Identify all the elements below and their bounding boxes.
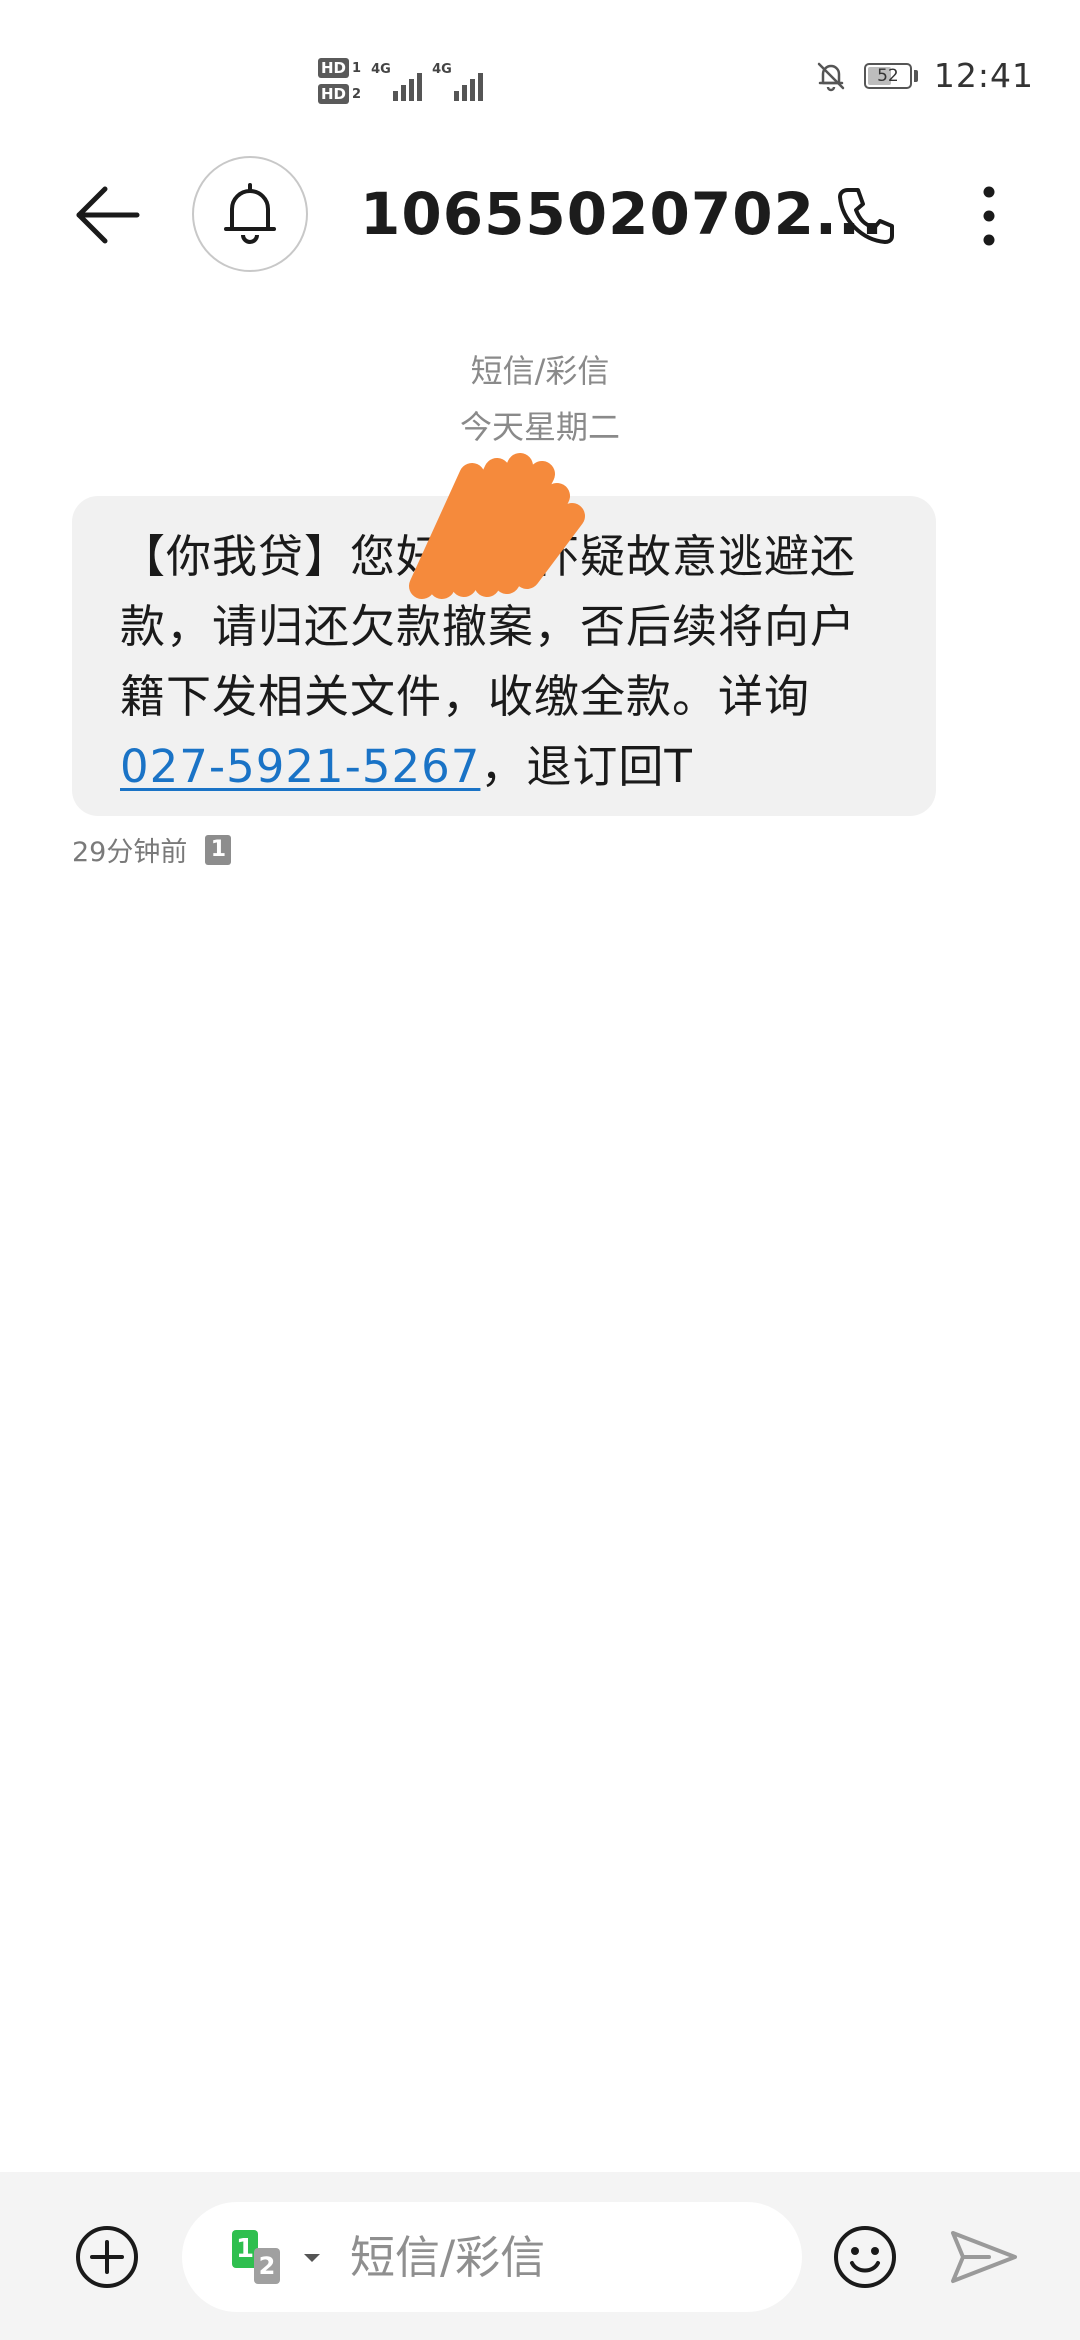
send-icon <box>951 2231 1017 2283</box>
battery-icon: 52 <box>863 62 912 89</box>
message-line: 027-5921-5267，退订回T <box>120 732 892 802</box>
emoji-icon <box>834 2226 896 2288</box>
hd-sim-number: 1 <box>352 60 362 76</box>
hd-voice-indicators: HD 1 HD 2 <box>318 58 361 104</box>
message-line: 款，请归还欠款撤案，否后续将向户 <box>120 600 857 653</box>
more-options-button[interactable] <box>964 180 1014 252</box>
status-time: 12:41 <box>933 56 1034 95</box>
avatar[interactable] <box>192 156 308 272</box>
hd-badge: HD <box>318 58 350 78</box>
battery-level: 52 <box>877 65 899 86</box>
status-right: 52 12:41 <box>814 56 1034 95</box>
message-bubble[interactable]: 【你我贷】您好，已怀疑故意逃避还 款，请归还欠款撤案，否后续将向户 籍下发相关文… <box>72 453 936 816</box>
back-button[interactable] <box>68 180 148 250</box>
plus-circle-icon <box>76 2226 138 2288</box>
battery-tip <box>913 69 918 82</box>
signal-icon-sim1: 4G <box>371 61 423 101</box>
sim-indicators: HD 1 HD 2 4G 4G <box>318 50 484 112</box>
signal-icon-sim2: 4G <box>432 61 484 101</box>
chevron-down-icon[interactable] <box>304 2254 320 2262</box>
status-bar: HD 1 HD 2 4G 4G 52 12:41 <box>0 0 1080 150</box>
channel-label: 短信/彩信 <box>470 352 610 390</box>
hd-indicator-sim2: HD 2 <box>318 84 361 104</box>
hd-indicator-sim1: HD 1 <box>318 58 361 78</box>
back-arrow-icon <box>76 186 140 244</box>
add-attachment-button[interactable] <box>72 2222 142 2292</box>
message-meta: 29分钟前 1 <box>72 830 232 869</box>
call-button[interactable] <box>830 180 902 252</box>
date-label: 今天星期二 <box>459 408 620 446</box>
sim2-icon: 2 <box>254 2248 280 2284</box>
message-line: 【你我贷】您好，已怀疑故意逃避还 <box>120 530 857 583</box>
phone-icon <box>838 188 894 244</box>
emoji-button[interactable] <box>830 2222 900 2292</box>
contact-title[interactable]: 10655020702... <box>360 180 884 248</box>
message-tail: ，退订回T <box>480 740 693 793</box>
network-type: 4G <box>432 62 452 77</box>
message-input[interactable] <box>350 2226 770 2288</box>
sim-switch-button[interactable]: 1 2 <box>232 2226 294 2288</box>
composer-bar: 1 2 <box>0 2172 1080 2340</box>
send-button[interactable] <box>948 2222 1020 2292</box>
bell-icon <box>224 183 276 244</box>
message-input-container: 1 2 <box>182 2202 802 2312</box>
hd-sim-number: 2 <box>352 86 362 102</box>
hd-badge: HD <box>318 84 350 104</box>
more-vertical-icon <box>983 186 995 246</box>
sim-badge: 1 <box>205 834 232 865</box>
message-line: 籍下发相关文件，收缴全款。详询 <box>120 670 811 723</box>
message-time: 29分钟前 <box>72 837 188 868</box>
bell-off-icon <box>814 59 848 93</box>
network-type: 4G <box>371 62 391 77</box>
conversation-header: 10655020702... <box>0 150 1080 280</box>
phone-number-link[interactable]: 027-5921-5267 <box>120 740 480 793</box>
